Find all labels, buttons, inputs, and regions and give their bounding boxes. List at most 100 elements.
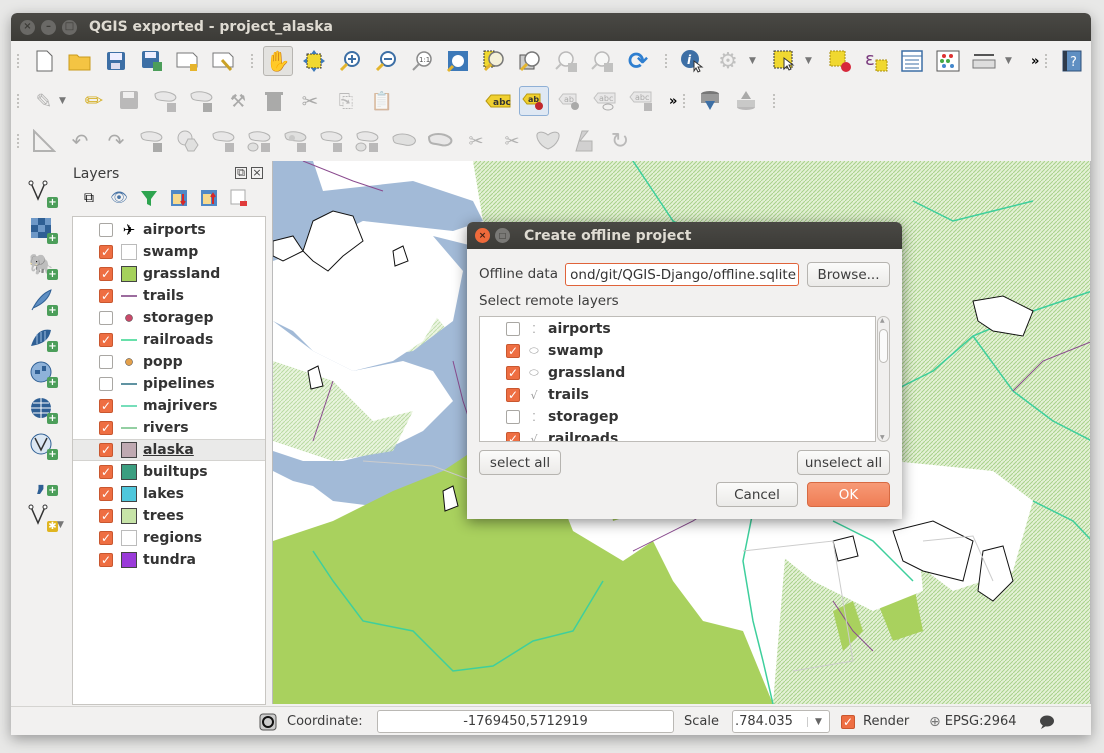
remote-layers-list[interactable]: ⁚ airports ✓ ⬭ swamp ✓ ⬭ grassland ✓ √ trails ⁚ stor… [479,316,876,442]
scale-combobox[interactable]: .784.035 ▼ [732,710,830,733]
layer-item-rivers[interactable]: ✓ rivers [73,417,265,439]
measure-angle-icon[interactable] [29,126,59,156]
manage-visibility-icon[interactable]: 👁 [109,188,129,208]
redo-icon[interactable]: ↷ [101,126,131,156]
layer-visibility-checkbox[interactable]: ✓ [99,399,113,413]
select-features-icon[interactable] [769,46,799,76]
statistical-summary-icon[interactable] [933,46,963,76]
layer-item-railroads[interactable]: ✓ railroads [73,329,265,351]
layer-item-swamp[interactable]: ✓ swamp [73,241,265,263]
paste-features-icon[interactable]: 📋 [367,86,397,116]
layer-tree[interactable]: ✈ airports ✓ swamp ✓ grassland ✓ trails storagep… [72,216,266,705]
layer-item-regions[interactable]: ✓ regions [73,527,265,549]
toolbar-grip[interactable] [1045,54,1051,68]
save-project-icon[interactable] [101,46,131,76]
messages-icon[interactable] [1039,707,1055,735]
layer-item-trails[interactable]: ✓ trails [73,285,265,307]
current-edits-icon[interactable]: ✎ [29,86,59,116]
layer-item-storagep[interactable]: storagep [73,307,265,329]
split-features-icon[interactable]: ✂ [461,126,491,156]
toolbar-grip[interactable] [17,54,23,68]
collapse-all-icon[interactable] [199,188,219,208]
identify-features-icon[interactable]: i [677,46,707,76]
open-project-icon[interactable] [65,46,95,76]
delete-selected-icon[interactable] [259,86,289,116]
zoom-native-icon[interactable]: 1:1 [407,46,437,76]
move-feature-icon[interactable] [187,86,217,116]
expand-all-icon[interactable] [169,188,189,208]
run-feature-action-icon[interactable]: ⚙ [713,46,743,76]
toolbar-grip[interactable] [773,94,779,108]
fill-ring-icon[interactable] [281,126,311,156]
zoom-next-icon[interactable] [587,46,617,76]
layer-visibility-checkbox[interactable]: ✓ [99,465,113,479]
dialog-close-button[interactable]: × [475,228,490,243]
window-maximize-button[interactable]: □ [62,19,77,35]
new-shapefile-layer-icon[interactable]: ✱ [25,500,58,532]
layer-item-airports[interactable]: ✈ airports [73,219,265,241]
layer-item-grassland[interactable]: ✓ grassland [73,263,265,285]
layer-visibility-checkbox[interactable]: ✓ [99,289,113,303]
pan-to-selection-icon[interactable] [299,46,329,76]
layer-visibility-checkbox[interactable] [99,377,113,391]
toggle-editing-icon[interactable]: ✏ [79,86,109,116]
remote-layer-checkbox[interactable] [506,322,520,336]
composer-manager-icon[interactable] [209,46,239,76]
toolbar-grip[interactable] [17,134,23,148]
remote-layer-item-airports[interactable]: ⁚ airports [480,318,875,340]
layer-item-alaska[interactable]: ✓ alaska [73,439,265,461]
node-tool-icon[interactable]: ⚒ [223,86,253,116]
offline-data-input[interactable]: ond/git/QGIS-Django/offline.sqlite [565,263,799,286]
add-vector-layer-icon[interactable]: + [25,176,58,208]
remote-layer-checkbox[interactable]: ✓ [506,344,520,358]
undock-panel-icon[interactable]: ⧉ [235,167,247,179]
layer-visibility-checkbox[interactable]: ✓ [99,267,113,281]
layer-visibility-checkbox[interactable] [99,223,113,237]
offline-sync-icon[interactable] [731,86,761,116]
move-label-icon[interactable]: abc [591,86,621,116]
merge-features-icon[interactable] [533,126,563,156]
chevron-down-icon[interactable]: ▼ [1005,56,1015,66]
scrollbar-thumb[interactable] [879,329,888,363]
toolbar-grip[interactable] [251,54,257,68]
chevron-down-icon[interactable]: ▼ [59,96,69,106]
scroll-down-icon[interactable]: ▼ [880,434,885,441]
scroll-up-icon[interactable]: ▲ [880,317,885,324]
pin-labels-icon[interactable]: ab [519,86,549,116]
change-label-icon[interactable]: abc [627,86,657,116]
select-all-button[interactable]: select all [479,450,561,475]
layer-visibility-checkbox[interactable]: ✓ [99,553,113,567]
new-project-icon[interactable] [29,46,59,76]
measure-line-icon[interactable] [969,46,999,76]
window-close-button[interactable]: × [20,19,35,35]
remote-layer-checkbox[interactable]: ✓ [506,388,520,402]
layer-item-majrivers[interactable]: ✓ majrivers [73,395,265,417]
cancel-button[interactable]: Cancel [716,482,798,507]
ok-button[interactable]: OK [807,482,890,507]
toggle-extents-icon[interactable] [259,707,277,735]
deselect-all-icon[interactable] [825,46,855,76]
help-icon[interactable]: ? [1057,46,1087,76]
layer-item-pipelines[interactable]: pipelines [73,373,265,395]
delete-ring-icon[interactable] [317,126,347,156]
zoom-to-selection-icon[interactable] [479,46,509,76]
label-layer-icon[interactable]: abc [483,86,513,116]
zoom-last-icon[interactable] [551,46,581,76]
remote-layer-checkbox[interactable]: ✓ [506,432,520,441]
filter-legend-icon[interactable] [139,188,159,208]
rotate-point-symbols-icon[interactable]: ↻ [605,126,635,156]
zoom-to-layer-icon[interactable] [515,46,545,76]
remote-layer-item-swamp[interactable]: ✓ ⬭ swamp [480,340,875,362]
layer-item-trees[interactable]: ✓ trees [73,505,265,527]
add-part-icon[interactable] [245,126,275,156]
layer-visibility-checkbox[interactable] [99,355,113,369]
reshape-features-icon[interactable] [389,126,419,156]
save-layer-edits-icon[interactable] [115,86,145,116]
chevron-down-icon[interactable]: ▼ [807,716,829,727]
layer-visibility-checkbox[interactable]: ✓ [99,443,113,457]
offline-convert-icon[interactable] [695,86,725,116]
select-by-expression-icon[interactable]: ε [861,46,891,76]
simplify-feature-icon[interactable] [173,126,203,156]
offset-curve-icon[interactable] [425,126,455,156]
add-raster-layer-icon[interactable]: + [25,212,58,244]
